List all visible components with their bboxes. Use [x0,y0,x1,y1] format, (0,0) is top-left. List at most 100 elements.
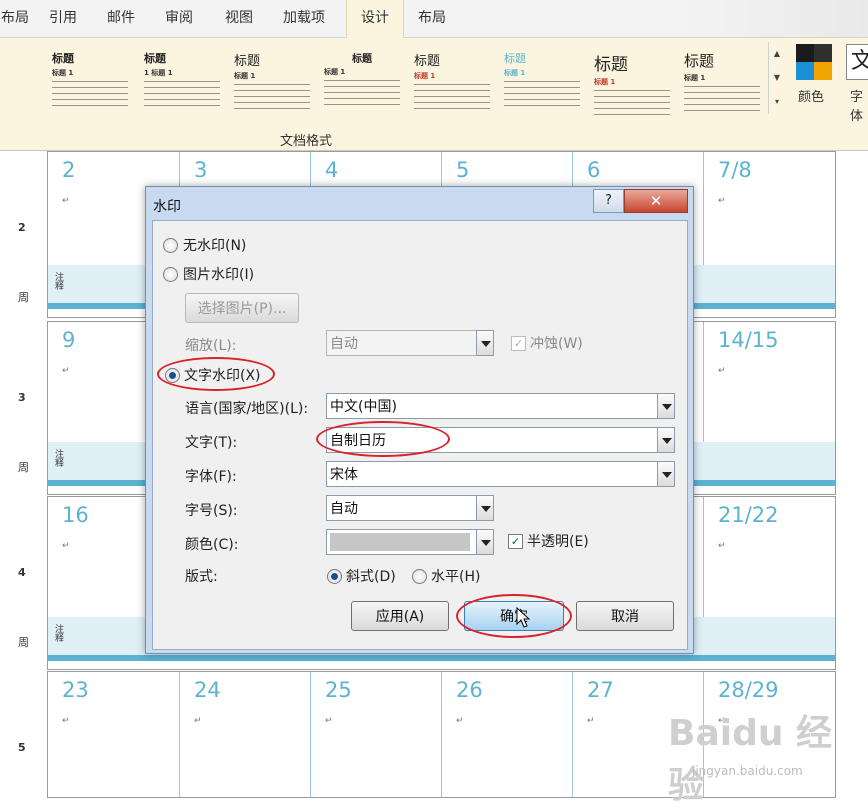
apply-button[interactable]: 应用(A) [351,601,449,631]
chevron-down-icon[interactable] [657,427,675,453]
washout-label[interactable]: 冲蚀(W) [530,333,583,353]
language-select[interactable]: 中文(中国) [326,393,675,419]
tab-review[interactable]: 审阅 [154,0,204,37]
paragraph-mark: ↵ [62,196,70,206]
close-button[interactable]: ✕ [624,189,688,213]
calendar-day-cell[interactable]: 24 ↵ [179,672,311,797]
style-thumb[interactable]: 标题 标题 1 [680,44,764,120]
day-number: 7/8 [718,158,752,182]
fonts-label: 字体 [850,90,864,124]
style-thumb-lines [594,90,670,116]
picture-watermark-label[interactable]: 图片水印(I) [183,264,254,284]
paragraph-mark: ↵ [194,716,202,726]
gallery-down-button[interactable]: ▼ [769,66,785,90]
style-thumb[interactable]: 标题 标题 1 [320,44,404,120]
fonts-button[interactable]: 文 字体 [844,42,868,124]
calendar-day-cell[interactable]: 26 ↵ [441,672,573,797]
font-select[interactable]: 宋体 [326,461,675,487]
dialog-title: 水印 [153,199,181,215]
day-number: 6 [587,158,601,182]
notes-label: 注释 [53,624,63,642]
style-thumb-sub: 标题 1 [684,74,706,82]
select-picture-button[interactable]: 选择图片(P)... [185,293,299,323]
tab-design[interactable]: 设计 [346,0,404,38]
week-label: 周 [18,461,29,474]
day-number: 2 [62,158,76,182]
style-thumb-title: 标题 [414,54,441,69]
picture-watermark-radio[interactable] [163,267,178,282]
horizontal-radio[interactable] [412,569,427,584]
style-thumb-lines [684,86,760,112]
style-thumb-lines [144,81,220,107]
gallery-more-button[interactable]: ▾ [769,90,785,114]
diagonal-radio[interactable] [327,569,342,584]
colors-label: 颜色 [798,90,825,105]
semitransparent-label[interactable]: 半透明(E) [527,531,589,551]
palette-swatch [796,44,814,62]
group-label-document-formatting: 文档格式 [280,134,333,149]
week-number: 5 [18,741,26,754]
color-select[interactable] [326,529,494,555]
calendar-day-cell[interactable]: 21/22 ↵ [703,497,836,617]
week-number: 3 [18,391,26,404]
mouse-cursor-icon [516,606,531,628]
size-select[interactable]: 自动 [326,495,494,521]
chevron-down-icon[interactable] [657,461,675,487]
tab-table-layout[interactable]: 布局 [404,0,460,37]
gallery-up-button[interactable]: ▲ [769,42,785,66]
horizontal-label[interactable]: 水平(H) [431,566,480,586]
style-thumb[interactable]: 标题 标题 1 [590,44,674,120]
chevron-down-icon[interactable] [476,529,494,555]
day-number: 3 [194,158,208,182]
ribbon-tab-bar: 布局 引用 邮件 审阅 视图 加载项 设计 布局 [0,0,868,38]
highlight-ring [456,594,572,638]
washout-checkbox[interactable]: ✓ [511,336,526,351]
semitransparent-checkbox[interactable]: ✓ [508,534,523,549]
chevron-down-icon[interactable] [657,393,675,419]
day-number: 26 [456,678,483,702]
chevron-down-icon[interactable] [476,330,494,356]
chevron-down-icon[interactable] [476,495,494,521]
no-watermark-label[interactable]: 无水印(N) [183,235,246,255]
style-thumb-sub: 标题 1 [414,72,436,80]
tab-mailings[interactable]: 邮件 [96,0,146,37]
calendar-day-cell[interactable]: 25 ↵ [310,672,442,797]
style-thumb[interactable]: 标题 标题 1 [48,44,132,120]
style-thumb[interactable]: 标题 1 标题 1 [140,44,224,120]
cancel-button[interactable]: 取消 [576,601,674,631]
fonts-icon: 文 [846,44,868,80]
calendar-day-cell[interactable]: 7/8 ↵ [703,152,836,265]
day-number: 23 [62,678,89,702]
week-label: 周 [18,291,29,304]
notes-label: 注释 [53,449,63,467]
day-number: 24 [194,678,221,702]
scale-label: 缩放(L): [185,338,237,354]
style-thumb[interactable]: 标题 标题 1 [500,44,584,120]
scale-select[interactable]: 自动 [326,330,494,356]
ribbon-panel: 标题 标题 1 标题 1 标题 1 标题 标题 1 标题 标题 1 标题 标题 1 标题标… [0,38,868,151]
tab-references[interactable]: 引用 [40,0,86,37]
style-gallery: 标题 标题 1 标题 1 标题 1 标题 标题 1 标题 标题 1 标题 标题 1 标题标… [0,44,768,120]
tab-view[interactable]: 视图 [214,0,264,37]
watermark-brand: Baidu 经验 [668,713,833,806]
style-thumb-lines [324,80,400,106]
palette-icon [796,44,832,80]
tab-layout[interactable]: 布局 [0,0,30,37]
diagonal-label[interactable]: 斜式(D) [346,566,396,586]
calendar-day-cell[interactable]: 14/15 ↵ [703,322,836,442]
paragraph-mark: ↵ [62,541,70,551]
font-value: 宋体 [330,467,358,483]
day-number: 27 [587,678,614,702]
help-button[interactable]: ? [593,189,624,213]
style-thumb[interactable]: 标题标题 1 [410,44,494,120]
calendar-day-cell[interactable]: 23 ↵ [48,672,179,797]
style-thumb-title: 标题 [352,54,372,65]
paragraph-mark: ↵ [718,541,726,551]
style-thumb[interactable]: 标题 标题 1 [230,44,314,120]
style-thumb-lines [504,81,580,107]
tab-addins[interactable]: 加载项 [272,0,336,37]
colors-button[interactable]: 颜色 [792,42,838,122]
style-thumb-title: 标题 [504,52,526,65]
language-value: 中文(中国) [330,399,397,415]
no-watermark-radio[interactable] [163,238,178,253]
